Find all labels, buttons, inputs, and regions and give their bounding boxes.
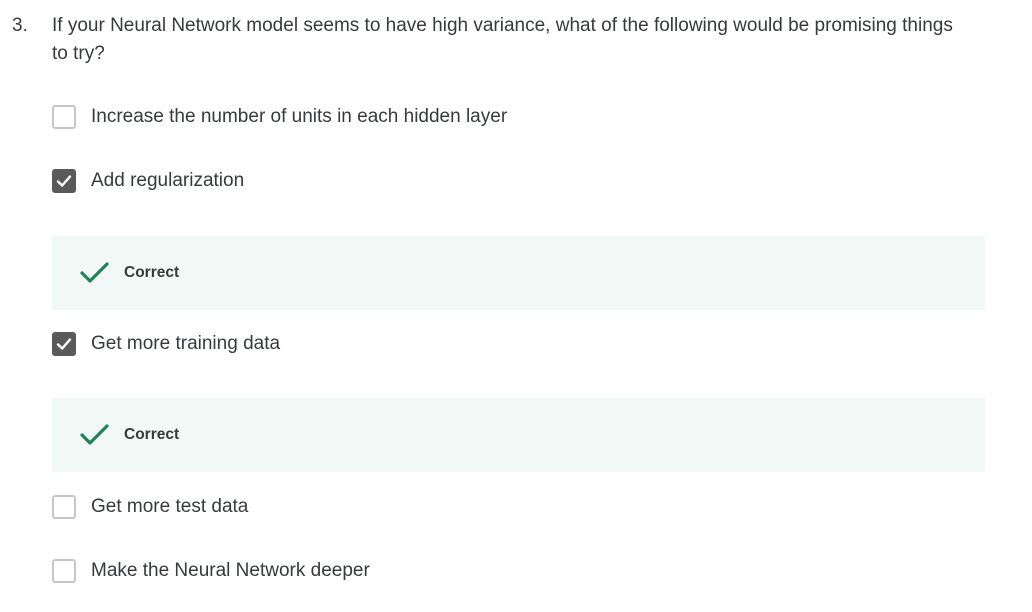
question-text: If your Neural Network model seems to ha… — [52, 15, 953, 64]
option-add-regularization[interactable]: Add regularization — [52, 168, 244, 194]
feedback-correct: Correct — [52, 236, 985, 310]
feedback-text: Correct — [124, 426, 180, 443]
option-deeper-network[interactable]: Make the Neural Network deeper — [52, 558, 370, 584]
option-increase-units[interactable]: Increase the number of units in each hid… — [52, 104, 507, 130]
checkbox-unchecked[interactable] — [52, 495, 76, 519]
checkmark-icon — [56, 338, 72, 350]
checkbox-unchecked[interactable] — [52, 105, 76, 129]
option-label: Increase the number of units in each hid… — [91, 106, 508, 127]
correct-check-icon — [80, 422, 110, 448]
checkbox-unchecked[interactable] — [52, 559, 76, 583]
quiz-question: 3. If your Neural Network model seems to… — [0, 0, 1032, 612]
option-label: Get more test data — [91, 496, 249, 517]
checkmark-icon — [56, 175, 72, 187]
checkbox-checked[interactable] — [52, 169, 76, 193]
checkbox-checked[interactable] — [52, 332, 76, 356]
option-label: Make the Neural Network deeper — [91, 560, 370, 581]
question-number: 3. — [12, 15, 28, 36]
option-label: Get more training data — [91, 333, 281, 354]
option-label: Add regularization — [91, 170, 245, 191]
feedback-correct: Correct — [52, 398, 985, 472]
correct-check-icon — [80, 260, 110, 286]
option-more-test-data[interactable]: Get more test data — [52, 494, 248, 520]
option-more-training-data[interactable]: Get more training data — [52, 331, 280, 357]
feedback-text: Correct — [124, 264, 180, 281]
